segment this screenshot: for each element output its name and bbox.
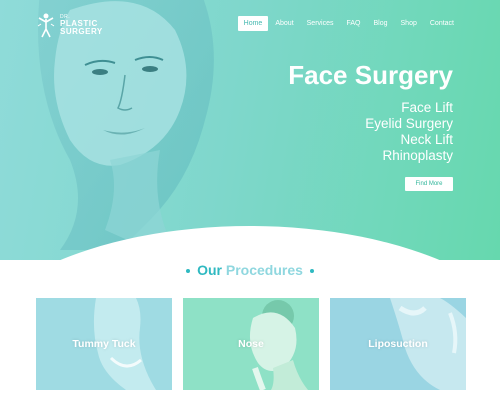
card-label: Liposuction [368,338,428,350]
card-label: Nose [238,338,264,350]
nav-shop[interactable]: Shop [395,16,423,31]
heading-dot-left [186,269,191,274]
logo-figure-icon [37,13,55,38]
hero-list-item: Neck Lift [400,132,453,147]
procedure-card-nose[interactable]: Nose [183,298,319,390]
hero-list-item: Face Lift [401,100,453,115]
procedures-heading-bold: Our [197,262,222,278]
main-nav: Home About Services FAQ Blog Shop Contac… [237,16,460,31]
heading-dot-right [309,269,314,274]
hero-list-item: Rhinoplasty [382,148,453,163]
logo-text: DR. PLASTIC SURGERY [60,14,103,36]
find-more-button[interactable]: Find More [405,177,453,191]
nav-blog[interactable]: Blog [368,16,394,31]
procedures-heading-rest: Procedures [225,262,303,278]
hero-title: Face Surgery [288,60,453,90]
card-label: Tummy Tuck [72,338,136,350]
hero-list-item: Eyelid Surgery [365,116,453,131]
nav-about[interactable]: About [269,16,299,31]
procedure-card-tummy-tuck[interactable]: Tummy Tuck [36,298,172,390]
nav-faq[interactable]: FAQ [340,16,366,31]
nav-contact[interactable]: Contact [424,16,460,31]
hero-service-list: Face Lift Eyelid Surgery Neck Lift Rhino… [365,100,453,164]
nav-services[interactable]: Services [301,16,340,31]
hero-woman-image [38,0,214,250]
nav-home[interactable]: Home [237,16,269,31]
site-logo[interactable]: DR. PLASTIC SURGERY [36,12,103,38]
logo-line3: SURGERY [60,26,103,36]
procedures-heading: Our Procedures [0,262,500,278]
procedure-card-liposuction[interactable]: Liposuction [330,298,466,390]
